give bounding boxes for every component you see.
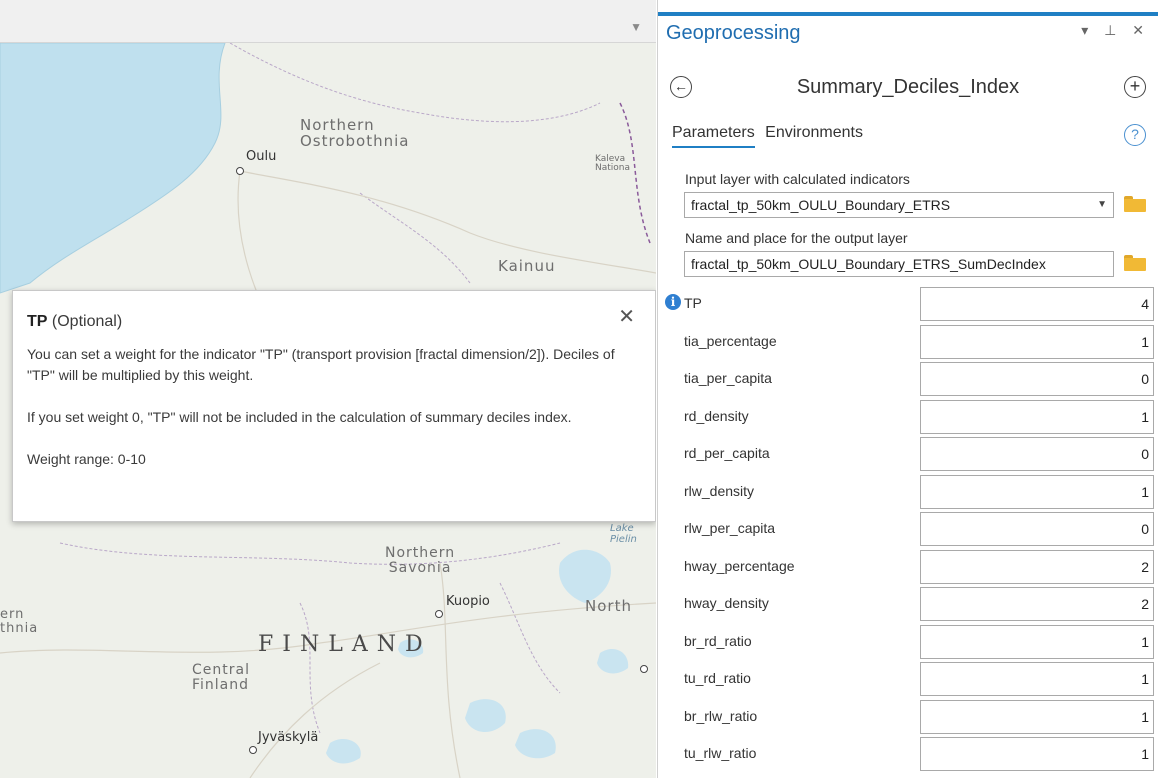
popup-paragraph-1: You can set a weight for the indicator "… <box>27 346 615 383</box>
parameter-help-popup: TP (Optional) ✕ You can set a weight for… <box>12 290 656 522</box>
popup-close-icon[interactable]: ✕ <box>618 307 635 328</box>
popup-title: TP (Optional) <box>27 311 641 332</box>
map-label-northern-savonia: Northern Savonia <box>385 545 456 576</box>
popup-paragraph-3: Weight range: 0-10 <box>27 451 146 467</box>
param-row: tia_per_capita 0 <box>658 361 1158 398</box>
param-value-input[interactable]: 0 <box>920 362 1154 396</box>
city-marker-oulu <box>236 167 244 175</box>
map-label-finland: FINLAND <box>258 632 432 657</box>
input-layer-label: Input layer with calculated indicators <box>685 171 910 187</box>
add-plus-icon[interactable]: + <box>1124 76 1146 98</box>
help-question-icon[interactable]: ? <box>1124 124 1146 146</box>
param-row: br_rlw_ratio 1 <box>658 699 1158 736</box>
map-label-lake: Lake Pielin <box>610 523 637 545</box>
param-row: hway_density 2 <box>658 586 1158 623</box>
input-layer-select[interactable]: fractal_tp_50km_OULU_Boundary_ETRS ▼ <box>684 192 1114 218</box>
param-value-input[interactable]: 2 <box>920 587 1154 621</box>
city-marker-kuopio <box>435 610 443 618</box>
pane-title: Geoprocessing <box>666 22 801 44</box>
chevron-down-icon[interactable]: ▼ <box>1097 193 1107 217</box>
pane-window-controls[interactable]: ▾ ⊥ ✕ <box>1081 22 1150 39</box>
city-label-kuopio: Kuopio <box>446 594 490 609</box>
output-layer-field[interactable]: fractal_tp_50km_OULU_Boundary_ETRS_SumDe… <box>684 251 1114 277</box>
param-row: rd_per_capita 0 <box>658 436 1158 473</box>
tab-environments[interactable]: Environments <box>765 124 863 146</box>
param-row: rd_density 1 <box>658 399 1158 436</box>
param-name: tia_per_capita <box>684 370 772 386</box>
city-marker-jyvaskyla <box>249 746 257 754</box>
param-row: hway_percentage 2 <box>658 549 1158 586</box>
tool-name: Summary_Deciles_Index <box>796 76 1020 98</box>
input-layer-value: fractal_tp_50km_OULU_Boundary_ETRS <box>691 197 951 213</box>
param-row: tia_percentage 1 <box>658 324 1158 361</box>
param-value-input[interactable]: 1 <box>920 324 1154 359</box>
param-name: br_rlw_ratio <box>684 707 758 724</box>
popup-paragraph-2: If you set weight 0, "TP" will not be in… <box>27 409 572 425</box>
map-toolbar-dropdown-icon[interactable]: ▼ <box>630 20 642 34</box>
param-value-input[interactable]: 4 <box>920 287 1154 321</box>
param-row: tu_rd_ratio 1 <box>658 661 1158 698</box>
info-icon[interactable]: i <box>665 294 681 310</box>
output-layer-label: Name and place for the output layer <box>685 230 908 246</box>
param-name: hway_density <box>684 595 769 611</box>
popup-param-suffix: (Optional) <box>47 313 123 330</box>
param-row: rlw_per_capita 0 <box>658 511 1158 548</box>
param-row: i TP 4 <box>658 286 1158 323</box>
param-name: rlw_per_capita <box>684 520 776 536</box>
param-value-input[interactable]: 1 <box>920 699 1154 734</box>
param-name: br_rd_ratio <box>684 632 752 649</box>
param-value-input[interactable]: 2 <box>920 549 1154 584</box>
back-arrow-icon[interactable]: ← <box>670 76 692 98</box>
param-value-input[interactable]: 1 <box>920 624 1154 659</box>
map-view[interactable]: ▼ Northern Ostrobothnia Kainuu Northern … <box>0 0 656 778</box>
map-toolbar: ▼ <box>0 0 656 43</box>
geoprocessing-pane: Geoprocessing ▾ ⊥ ✕ Summary_Deciles_Inde… <box>657 0 1158 778</box>
param-name: rd_per_capita <box>684 445 770 461</box>
city-marker-east <box>640 665 648 673</box>
param-name: TP <box>684 295 702 311</box>
param-name: tu_rlw_ratio <box>684 745 757 761</box>
param-name: hway_percentage <box>684 557 795 574</box>
param-row: tu_rlw_ratio 1 <box>658 736 1158 773</box>
popup-param-name: TP <box>27 313 48 330</box>
param-value-input[interactable]: 0 <box>920 437 1154 471</box>
param-name: rlw_density <box>684 482 755 499</box>
param-name: rd_density <box>684 407 749 424</box>
tab-bar: Parameters Environments <box>672 124 869 148</box>
folder-icon[interactable] <box>1124 255 1146 271</box>
map-label-north: North <box>585 597 632 615</box>
map-label-ern: ern thnia <box>0 607 39 636</box>
map-label-kainuu: Kainuu <box>498 257 556 275</box>
param-value-input[interactable]: 1 <box>920 662 1154 696</box>
output-layer-value: fractal_tp_50km_OULU_Boundary_ETRS_SumDe… <box>691 256 1046 272</box>
tab-parameters[interactable]: Parameters <box>672 124 755 148</box>
param-value-input[interactable]: 1 <box>920 399 1154 434</box>
map-label-northern-ostrobothnia: Northern Ostrobothnia <box>300 116 410 150</box>
param-value-input[interactable]: 1 <box>920 737 1154 771</box>
param-row: br_rd_ratio 1 <box>658 624 1158 661</box>
param-row: rlw_density 1 <box>658 474 1158 511</box>
param-value-input[interactable]: 0 <box>920 512 1154 546</box>
folder-icon[interactable] <box>1124 196 1146 212</box>
map-label-kaleva: Kaleva Nationa <box>595 154 631 174</box>
param-name: tia_percentage <box>684 332 777 349</box>
city-label-oulu: Oulu <box>246 149 277 164</box>
city-label-jyvaskyla: Jyväskylä <box>258 730 319 745</box>
param-name: tu_rd_ratio <box>684 670 751 686</box>
param-value-input[interactable]: 1 <box>920 474 1154 509</box>
pane-accent-bar <box>658 12 1158 16</box>
map-label-central-finland: Central Finland <box>192 662 250 693</box>
